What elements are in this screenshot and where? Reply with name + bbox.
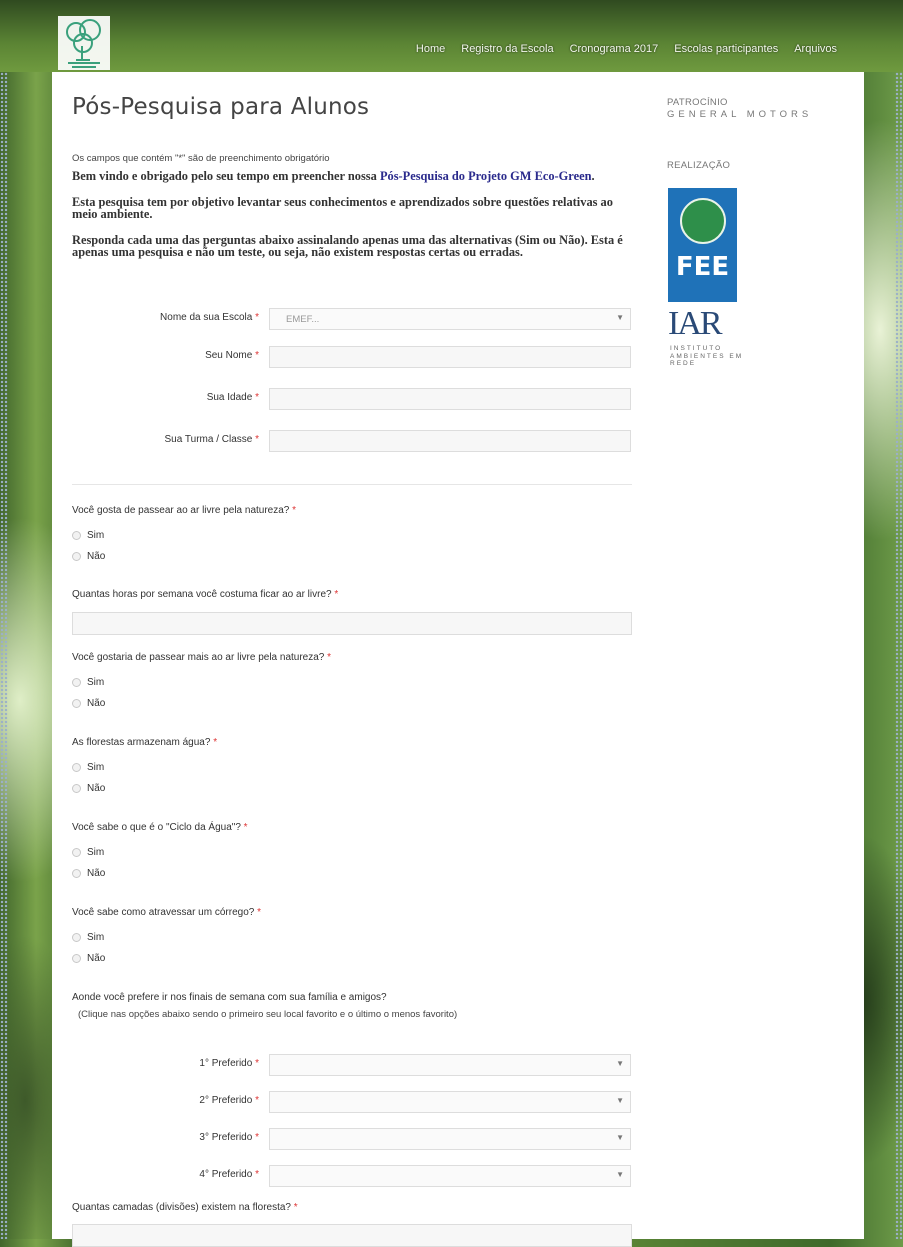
section-divider: [72, 484, 632, 485]
question-4-label: As florestas armazenam água? *: [72, 737, 218, 748]
rank-1-select[interactable]: ▼: [269, 1054, 631, 1076]
rank-3-select[interactable]: ▼: [269, 1128, 631, 1150]
rank-2-row: 2° Preferido * ▼: [72, 1091, 632, 1113]
chevron-down-icon: ▼: [616, 1096, 624, 1105]
intro-paragraph-3: Responda cada uma das perguntas abaixo a…: [72, 233, 623, 259]
radio-icon[interactable]: [72, 784, 81, 793]
iar-logo[interactable]: IAR INSTITUTO AMBIENTES EM REDE: [668, 305, 758, 385]
school-label: Nome da sua Escola *: [160, 312, 259, 323]
question-5-label: Você sabe o que é o "Ciclo da Água"? *: [72, 822, 248, 833]
rank-2-select[interactable]: ▼: [269, 1091, 631, 1113]
page-title: Pós-Pesquisa para Alunos: [72, 94, 370, 120]
main-nav: Home Registro da Escola Cronograma 2017 …: [408, 43, 845, 55]
question-7-hint: (Clique nas opções abaixo sendo o primei…: [78, 1009, 458, 1020]
fee-logo-text: FEE: [675, 252, 730, 282]
q3-option-nao[interactable]: Não: [72, 698, 105, 709]
nav-registro-escola[interactable]: Registro da Escola: [453, 43, 561, 55]
class-row: Sua Turma / Classe *: [72, 430, 632, 452]
layers-input[interactable]: [72, 1224, 632, 1247]
site-logo-icon[interactable]: [58, 16, 110, 70]
class-label: Sua Turma / Classe *: [164, 434, 260, 445]
intro-1-highlight: Pós-Pesquisa do Projeto GM Eco-Green: [379, 169, 592, 183]
name-input[interactable]: [269, 346, 631, 368]
sponsor-name: GENERAL MOTORS: [667, 109, 813, 120]
hours-input[interactable]: [72, 612, 632, 635]
question-6-label: Você sabe como atravessar um córrego? *: [72, 907, 262, 918]
chevron-down-icon: ▼: [616, 1133, 624, 1142]
school-row: Nome da sua Escola * EMEF... ▼: [72, 308, 632, 330]
left-edge-pattern: [0, 0, 8, 1239]
radio-icon[interactable]: [72, 531, 81, 540]
required-fields-note: Os campos que contém "*" são de preenchi…: [72, 153, 330, 164]
q5-option-nao[interactable]: Não: [72, 868, 105, 879]
q5-option-sim[interactable]: Sim: [72, 847, 104, 858]
class-input[interactable]: [269, 430, 631, 452]
radio-icon[interactable]: [72, 954, 81, 963]
rank-4-label: 4° Preferido *: [199, 1169, 259, 1180]
rank-1-label: 1° Preferido *: [199, 1058, 259, 1069]
sponsor-label: PATROCÍNIO: [667, 97, 728, 108]
globe-icon: [680, 198, 726, 244]
content-panel: Pós-Pesquisa para Alunos Os campos que c…: [52, 72, 864, 1247]
nav-arquivos[interactable]: Arquivos: [786, 43, 845, 55]
q1-option-nao[interactable]: Não: [72, 551, 105, 562]
site-header: Home Registro da Escola Cronograma 2017 …: [0, 0, 903, 72]
rank-4-select[interactable]: ▼: [269, 1165, 631, 1187]
rank-2-label: 2° Preferido *: [199, 1095, 259, 1106]
fee-logo[interactable]: FEE: [668, 188, 737, 302]
question-7-label: Aonde você prefere ir nos finais de sema…: [72, 992, 387, 1003]
radio-icon[interactable]: [72, 699, 81, 708]
rank-1-row: 1° Preferido * ▼: [72, 1054, 632, 1076]
q1-option-sim[interactable]: Sim: [72, 530, 104, 541]
question-8-label: Quantas camadas (divisões) existem na fl…: [72, 1202, 298, 1213]
q3-option-sim[interactable]: Sim: [72, 677, 104, 688]
school-select-value: EMEF...: [286, 314, 320, 325]
radio-icon[interactable]: [72, 848, 81, 857]
question-1-label: Você gosta de passear ao ar livre pela n…: [72, 505, 297, 516]
school-select[interactable]: EMEF... ▼: [269, 308, 631, 330]
iar-logo-text: IAR: [668, 305, 723, 342]
radio-icon[interactable]: [72, 552, 81, 561]
age-input[interactable]: [269, 388, 631, 410]
name-label: Seu Nome *: [205, 350, 259, 361]
radio-icon[interactable]: [72, 763, 81, 772]
nav-cronograma[interactable]: Cronograma 2017: [562, 43, 667, 55]
q4-option-sim[interactable]: Sim: [72, 762, 104, 773]
nav-escolas-participantes[interactable]: Escolas participantes: [666, 43, 786, 55]
radio-icon[interactable]: [72, 933, 81, 942]
realization-label: REALIZAÇÃO: [667, 160, 731, 171]
question-3-label: Você gostaria de passear mais ao ar livr…: [72, 652, 332, 663]
chevron-down-icon: ▼: [616, 1059, 624, 1068]
q4-option-nao[interactable]: Não: [72, 783, 105, 794]
age-label: Sua Idade *: [206, 392, 259, 403]
q6-option-nao[interactable]: Não: [72, 953, 105, 964]
intro-1-text: Bem vindo e obrigado pelo seu tempo em p…: [72, 169, 380, 183]
name-row: Seu Nome *: [72, 346, 632, 368]
intro-paragraph-2: Esta pesquisa tem por objetivo levantar …: [72, 195, 613, 221]
intro-1-end: .: [591, 169, 595, 183]
rank-3-row: 3° Preferido * ▼: [72, 1128, 632, 1150]
q6-option-sim[interactable]: Sim: [72, 932, 104, 943]
rank-4-row: 4° Preferido * ▼: [72, 1165, 632, 1187]
radio-icon[interactable]: [72, 869, 81, 878]
question-2-label: Quantas horas por semana você costuma fi…: [72, 589, 339, 600]
rank-3-label: 3° Preferido *: [199, 1132, 259, 1143]
right-edge-pattern: [895, 0, 903, 1239]
iar-logo-subtitle: INSTITUTO AMBIENTES EM REDE: [670, 345, 744, 367]
intro-paragraph-1: Bem vindo e obrigado pelo seu tempo em p…: [72, 170, 632, 182]
radio-icon[interactable]: [72, 678, 81, 687]
nav-home[interactable]: Home: [408, 43, 453, 55]
chevron-down-icon: ▼: [616, 1170, 624, 1179]
age-row: Sua Idade *: [72, 388, 632, 410]
chevron-down-icon: ▼: [616, 313, 624, 322]
intro-text: Bem vindo e obrigado pelo seu tempo em p…: [72, 170, 632, 272]
